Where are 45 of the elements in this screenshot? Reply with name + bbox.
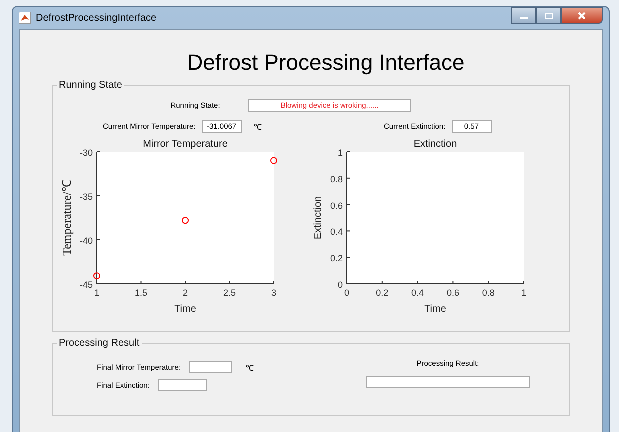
input-field[interactable] — [366, 376, 530, 388]
tick-label: 2.5 — [224, 288, 236, 298]
axis-title: Time — [424, 304, 446, 315]
data-point — [94, 272, 100, 280]
input-field[interactable] — [158, 379, 207, 391]
close-button[interactable] — [561, 7, 603, 24]
data-point — [270, 157, 278, 164]
tick-label: 1.5 — [135, 288, 148, 298]
tick-label: 0.8 — [482, 288, 495, 298]
panel-legend: Processing Result — [57, 338, 142, 349]
tick-label: 0 — [344, 288, 350, 298]
tick-label: 1 — [338, 148, 343, 158]
data-point — [182, 217, 189, 224]
page-heading: Defrost Processing Interface — [186, 50, 466, 76]
unit-label: ℃ — [254, 122, 262, 132]
tick-label: 0.2 — [330, 254, 343, 264]
tick-label: -35 — [80, 192, 93, 202]
tick-label: 0.4 — [330, 227, 343, 238]
close-icon — [577, 12, 587, 20]
tick-label: 2 — [183, 288, 188, 298]
window-title: DefrostProcessingInterface — [36, 12, 157, 24]
tick-label: 0.8 — [330, 174, 343, 184]
chart-title: Extinction — [414, 139, 458, 150]
tick-label: 1 — [94, 288, 100, 298]
chart-title: Mirror Temperature — [143, 139, 228, 150]
tick-label: 0 — [338, 280, 343, 290]
maximize-icon — [544, 12, 554, 20]
minimize-button[interactable] — [511, 7, 536, 24]
axis-title: Time — [174, 304, 196, 315]
tick-label: -30 — [80, 148, 93, 158]
tick-label: 3 — [272, 288, 276, 298]
tick-label: 0.6 — [330, 200, 343, 211]
tick-label: -40 — [80, 236, 93, 246]
axis-title: Extinction — [313, 196, 324, 240]
panel-legend: Running State — [57, 80, 124, 91]
tick-label: 0.6 — [446, 288, 460, 298]
tick-label: 1 — [522, 288, 526, 298]
input-field[interactable] — [189, 361, 232, 373]
tick-label: 0.4 — [412, 288, 424, 298]
maximize-button[interactable] — [536, 7, 561, 24]
app-icon — [19, 12, 31, 24]
tick-label: 0.2 — [376, 288, 389, 298]
tick-label: -45 — [80, 280, 93, 290]
axis-title: Temperature/℃ — [60, 180, 74, 256]
unit-label: ℃ — [246, 362, 254, 372]
